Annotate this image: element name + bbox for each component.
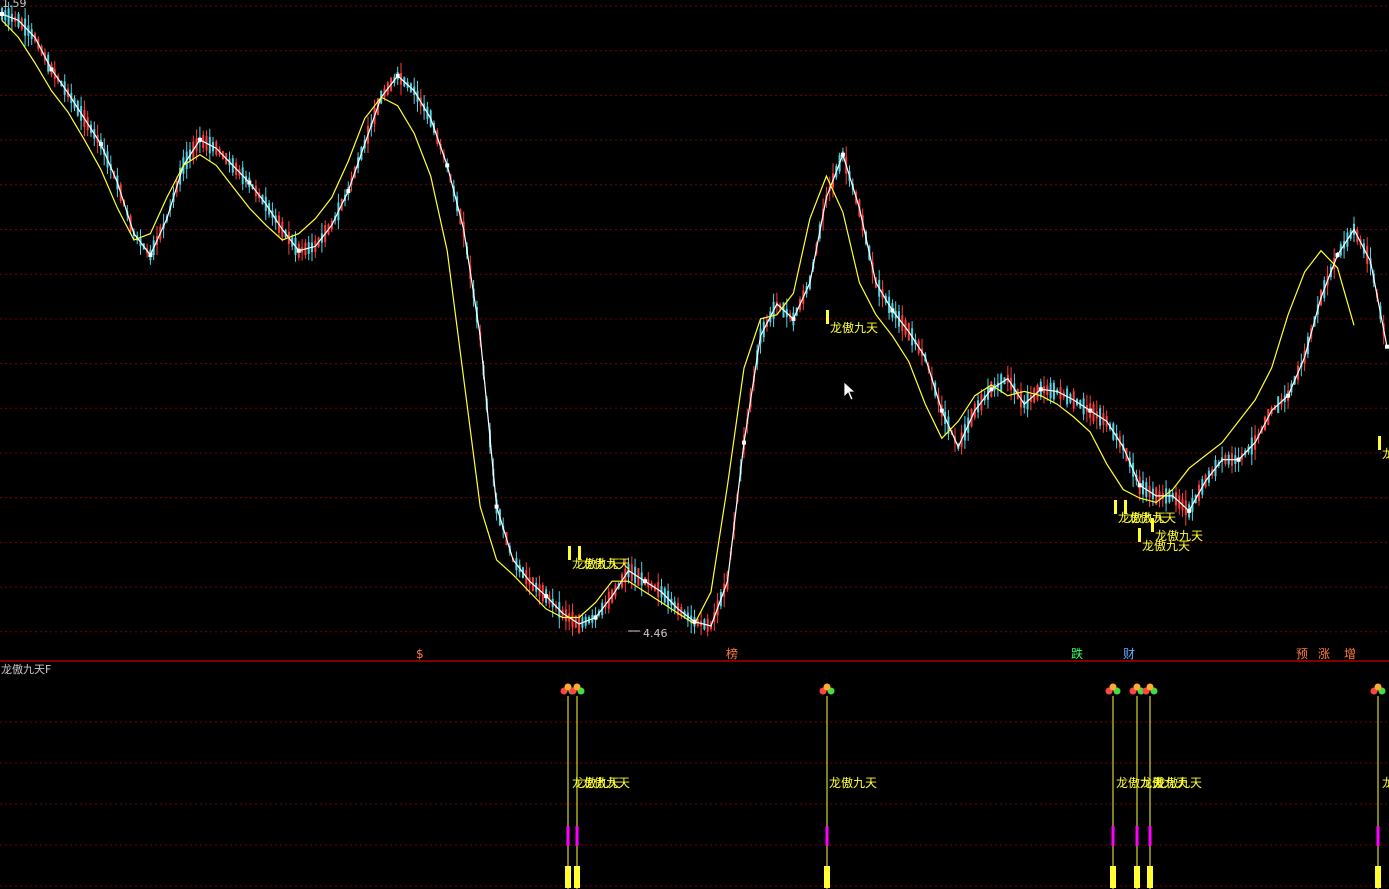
signal-dot-icon: [1133, 683, 1141, 691]
indicator-signal-label: 龙傲九天: [1154, 775, 1202, 790]
stem-magenta-segment: [825, 826, 829, 846]
signal-bar: [1151, 518, 1154, 532]
signal-label: 龙: [1382, 447, 1389, 461]
event-marker: 财: [1123, 647, 1135, 661]
signal-dot-icon: [573, 683, 581, 691]
ma-point: [593, 615, 598, 620]
signal-bar: [1138, 528, 1141, 542]
ma-point: [544, 594, 549, 599]
stem-magenta-segment: [1376, 826, 1380, 846]
stem-yellow-base: [574, 866, 580, 888]
ma-point: [296, 248, 301, 253]
signal-bar: [568, 546, 571, 560]
event-marker: 跌: [1071, 646, 1083, 661]
ma-point: [49, 67, 54, 72]
indicator-title: 龙傲九天F: [1, 662, 51, 676]
ma-point: [791, 316, 796, 321]
stem-yellow-base: [1110, 866, 1116, 888]
ma-point: [1088, 408, 1093, 413]
stem-yellow-base: [1375, 866, 1381, 888]
grid-lines: [0, 5, 1389, 887]
event-marker: 预: [1296, 647, 1308, 661]
ma-point: [1236, 457, 1241, 462]
ma-point: [148, 253, 153, 257]
stem-magenta-segment: [1111, 826, 1115, 846]
stem-magenta-segment: [575, 826, 579, 846]
stem-yellow-base: [565, 866, 571, 888]
stem-yellow-base: [1147, 866, 1153, 888]
ma-point: [395, 73, 400, 78]
ma-point: [643, 579, 647, 584]
signal-label: 龙傲九天: [830, 320, 878, 335]
ma-point: [98, 142, 103, 147]
indicator-signal-label: 龙傲九天: [829, 775, 877, 790]
ma-point: [939, 408, 944, 413]
ma-point: [1335, 253, 1340, 257]
event-marker: $: [416, 647, 424, 661]
ma-point: [445, 163, 450, 168]
stem-yellow-base: [1134, 866, 1140, 888]
mouse-pointer-icon: [843, 381, 857, 401]
signal-bar: [1114, 500, 1117, 514]
ma-point: [1038, 387, 1043, 392]
ma-point: [989, 387, 994, 392]
indicator-signal-label: 龙: [1382, 776, 1389, 790]
stem-magenta-segment: [1135, 826, 1139, 846]
ma-point: [692, 619, 697, 624]
signal-label: 龙傲九天: [1142, 538, 1190, 553]
low-price-label: 4.46: [643, 627, 668, 640]
signal-bar: [826, 310, 829, 324]
event-markers: $ 榜 跌 财 预涨增: [416, 646, 1356, 661]
top-price-label: 1.59: [2, 0, 27, 10]
ma-point: [1286, 393, 1291, 398]
ma-point: [494, 504, 499, 509]
stock-chart: 龙傲九天龙傲九天龙傲九天龙傲九天龙傲九天龙傲九天龙傲九天龙 $榜跌财预涨增 龙傲…: [0, 0, 1389, 889]
signal-dot-icon: [1146, 683, 1154, 691]
event-marker: 榜: [726, 646, 738, 661]
stem-yellow-base: [824, 866, 830, 888]
signal-bar: [1378, 436, 1381, 450]
ma-point: [742, 440, 746, 445]
signal-dot-icon: [1109, 683, 1117, 691]
ma-point: [890, 308, 895, 313]
signal-bar: [578, 546, 581, 560]
stem-magenta-segment: [566, 826, 570, 846]
ma-point: [0, 12, 4, 16]
ma-point: [1385, 344, 1389, 349]
signal-markers-main: 龙傲九天龙傲九天龙傲九天龙傲九天龙傲九天龙傲九天龙傲九天龙: [568, 310, 1389, 571]
ma-point: [1187, 508, 1192, 513]
ma-point: [1137, 483, 1142, 488]
ma-point: [247, 180, 252, 185]
signal-label: 龙傲九天: [582, 556, 630, 571]
stem-magenta-segment: [1148, 826, 1152, 846]
indicator-signal-label: 龙傲九天: [582, 775, 630, 790]
signal-dot-icon: [823, 683, 831, 691]
ma-point: [346, 189, 351, 193]
signal-bar: [1124, 500, 1127, 514]
ma-point: [840, 152, 845, 157]
event-marker: 增: [1344, 647, 1356, 661]
ma-point: [197, 137, 202, 142]
ma-slow-line: [1, 19, 1355, 625]
indicator-panel: 龙傲九天龙傲九天 龙傲九天 龙傲九天龙傲九天龙傲九天龙: [560, 683, 1389, 889]
signal-dot-icon: [1374, 683, 1382, 691]
event-marker: 涨: [1318, 646, 1330, 661]
